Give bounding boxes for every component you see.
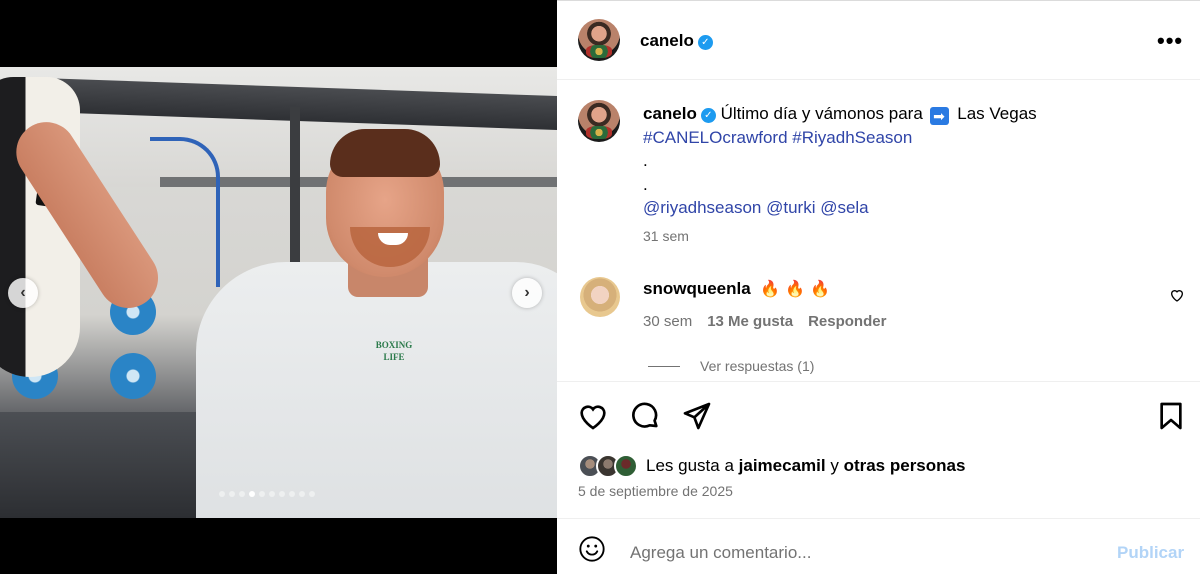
post-side-panel: canelo ✓ ••• canelo ✓ Último día y vámonos… (557, 0, 1200, 574)
carousel-dot (229, 491, 235, 497)
liker-avatar (614, 454, 638, 478)
comment-timestamp[interactable]: 30 sem (643, 313, 692, 330)
caption-dot: . (643, 151, 648, 170)
more-options-icon[interactable]: ••• (1157, 28, 1183, 54)
likes-connector: y (830, 456, 839, 475)
caption-hashtags[interactable]: #CANELOcrawford #RiyadhSeason (643, 128, 912, 147)
comment-text: snowqueenla 🔥 🔥 🔥 (643, 279, 830, 299)
author-avatar[interactable] (578, 19, 620, 61)
carousel-dot (219, 491, 225, 497)
carousel-dot (289, 491, 295, 497)
caption-destination: Las Vegas (957, 104, 1037, 123)
commenter-username[interactable]: snowqueenla (643, 279, 751, 298)
view-replies-button[interactable]: Ver respuestas (1) (648, 358, 814, 374)
photo-shirt (196, 262, 557, 518)
post-photo[interactable]: BOXING LIFE (0, 67, 557, 518)
fire-emoji: 🔥 (785, 281, 806, 298)
top-divider (557, 0, 1200, 1)
comment-likes[interactable]: 13 Me gusta (707, 313, 793, 330)
comment-input[interactable]: Agrega un comentario... (630, 543, 811, 563)
replies-divider (648, 365, 680, 367)
caption-body: Último día y vámonos para (720, 104, 923, 123)
carousel-prev-button[interactable]: ‹ (8, 278, 38, 308)
arrow-right-emoji: ➡ (929, 107, 949, 125)
photo-cable (150, 137, 220, 287)
emoji-icon[interactable] (578, 535, 606, 563)
post-header: canelo ✓ ••• (557, 0, 1200, 80)
comment-like-icon[interactable] (1169, 287, 1185, 308)
climbing-hold (110, 353, 156, 399)
carousel-next-button[interactable]: › (512, 278, 542, 308)
carousel-dot (249, 491, 255, 497)
author-username-text[interactable]: canelo (640, 31, 694, 50)
caption-username[interactable]: canelo (643, 104, 697, 123)
caption-mentions[interactable]: @riyadhseason @turki @sela (643, 198, 869, 217)
comments-section: canelo ✓ Último día y vámonos para ➡ Las … (557, 81, 1200, 381)
bookmark-icon[interactable] (1155, 400, 1187, 432)
carousel-dot (299, 491, 305, 497)
likes-prefix: Les gusta a (646, 456, 734, 475)
likes-others[interactable]: otras personas (844, 456, 966, 476)
liker-facepile[interactable] (578, 454, 638, 478)
post-date[interactable]: 5 de septiembre de 2025 (578, 483, 733, 499)
share-icon[interactable] (681, 400, 713, 432)
carousel-dot (269, 491, 275, 497)
comment-icon[interactable] (629, 400, 661, 432)
comment-meta: 30 sem 13 Me gusta Responder (643, 313, 886, 330)
caption-text: canelo ✓ Último día y vámonos para ➡ Las … (643, 102, 1163, 220)
fire-emoji: 🔥 (760, 281, 781, 298)
carousel-dot (259, 491, 265, 497)
commenter-avatar[interactable] (580, 277, 620, 317)
post-media: BOXING LIFE ‹ › (0, 0, 557, 574)
caption-dot: . (643, 174, 648, 194)
caption-avatar[interactable] (578, 100, 620, 142)
carousel-dot (309, 491, 315, 497)
fire-emoji: 🔥 (810, 281, 831, 298)
caption-timestamp[interactable]: 31 sem (643, 228, 689, 244)
post-actions: Les gusta a jaimecamil y otras personas … (557, 381, 1200, 518)
photo-hair (330, 129, 440, 177)
heart-icon[interactable] (577, 400, 609, 432)
reply-button[interactable]: Responder (808, 313, 886, 330)
publish-button[interactable]: Publicar (1117, 543, 1184, 563)
add-comment-bar: Agrega un comentario... Publicar (557, 518, 1200, 574)
view-replies-label[interactable]: Ver respuestas (1) (700, 358, 814, 374)
verified-badge-icon: ✓ (700, 108, 716, 123)
shirt-logo: BOXING LIFE (375, 340, 413, 362)
carousel-indicator (219, 491, 315, 497)
author-username[interactable]: canelo ✓ (640, 31, 713, 51)
likes-summary: Les gusta a jaimecamil y otras personas (578, 454, 965, 478)
likes-user[interactable]: jaimecamil (739, 456, 826, 476)
verified-badge-icon: ✓ (697, 35, 713, 50)
chevron-left-icon: ‹ (20, 284, 26, 301)
carousel-dot (279, 491, 285, 497)
chevron-right-icon: › (524, 284, 530, 301)
carousel-dot (239, 491, 245, 497)
